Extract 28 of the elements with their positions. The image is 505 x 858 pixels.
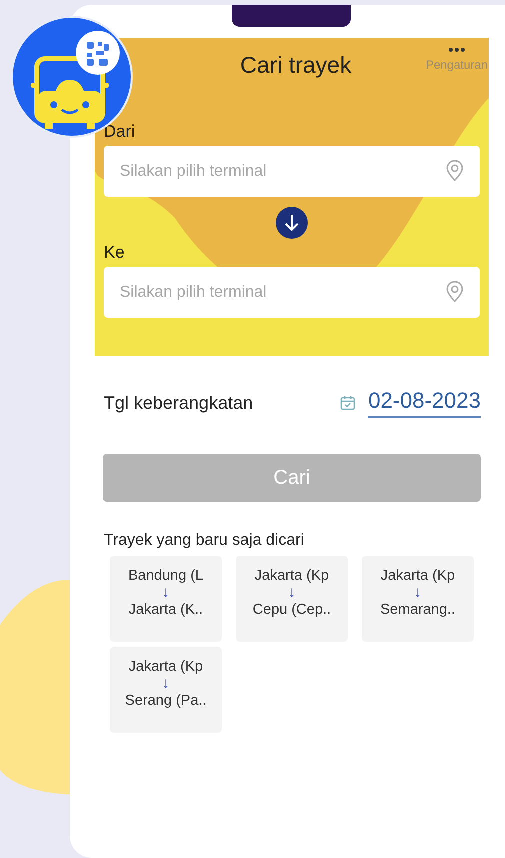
date-picker-value[interactable]: 02-08-2023 bbox=[368, 388, 481, 418]
more-dots-icon bbox=[448, 48, 465, 52]
recent-route-card[interactable]: Jakarta (Kp ↓ Semarang.. bbox=[362, 556, 474, 642]
arrow-text: ↓ bbox=[288, 584, 296, 602]
origin-text: Bandung (L bbox=[128, 568, 204, 584]
date-label: Tgl keberangkatan bbox=[104, 392, 254, 414]
location-pin-icon bbox=[446, 160, 464, 182]
origin-text: Jakarta (Kp bbox=[380, 568, 456, 584]
origin-text: Jakarta (Kp bbox=[128, 659, 204, 675]
terminal-field[interactable]: Silakan pilih terminal bbox=[104, 267, 480, 318]
destination-text: Cepu (Cep.. bbox=[252, 602, 332, 618]
recent-route-card[interactable]: Jakarta (Kp ↓ Cepu (Cep.. bbox=[236, 556, 348, 642]
field-label: Ke bbox=[104, 243, 125, 263]
recent-routes-heading: Trayek yang baru saja dicari bbox=[104, 532, 304, 550]
recent-route-card[interactable]: Jakarta (Kp ↓ Serang (Pa.. bbox=[110, 647, 222, 733]
page-title: Cari trayek bbox=[240, 52, 352, 79]
arrow-text: ↓ bbox=[162, 584, 170, 602]
recent-route-card[interactable]: Bandung (L ↓ Jakarta (K.. bbox=[110, 556, 222, 642]
location-pin-icon bbox=[446, 281, 464, 303]
destination-text: Semarang.. bbox=[380, 602, 456, 618]
arrow-text: ↓ bbox=[162, 675, 170, 693]
arrow-text: ↓ bbox=[414, 584, 422, 602]
field-label: Dari bbox=[104, 122, 136, 142]
destination-text: Serang (Pa.. bbox=[125, 693, 207, 709]
calendar-icon bbox=[340, 395, 356, 411]
terminal-field[interactable]: Silakan pilih terminal bbox=[104, 146, 480, 197]
origin-text: Jakarta (Kp bbox=[254, 568, 330, 584]
destination-text: Jakarta (K.. bbox=[128, 602, 204, 618]
